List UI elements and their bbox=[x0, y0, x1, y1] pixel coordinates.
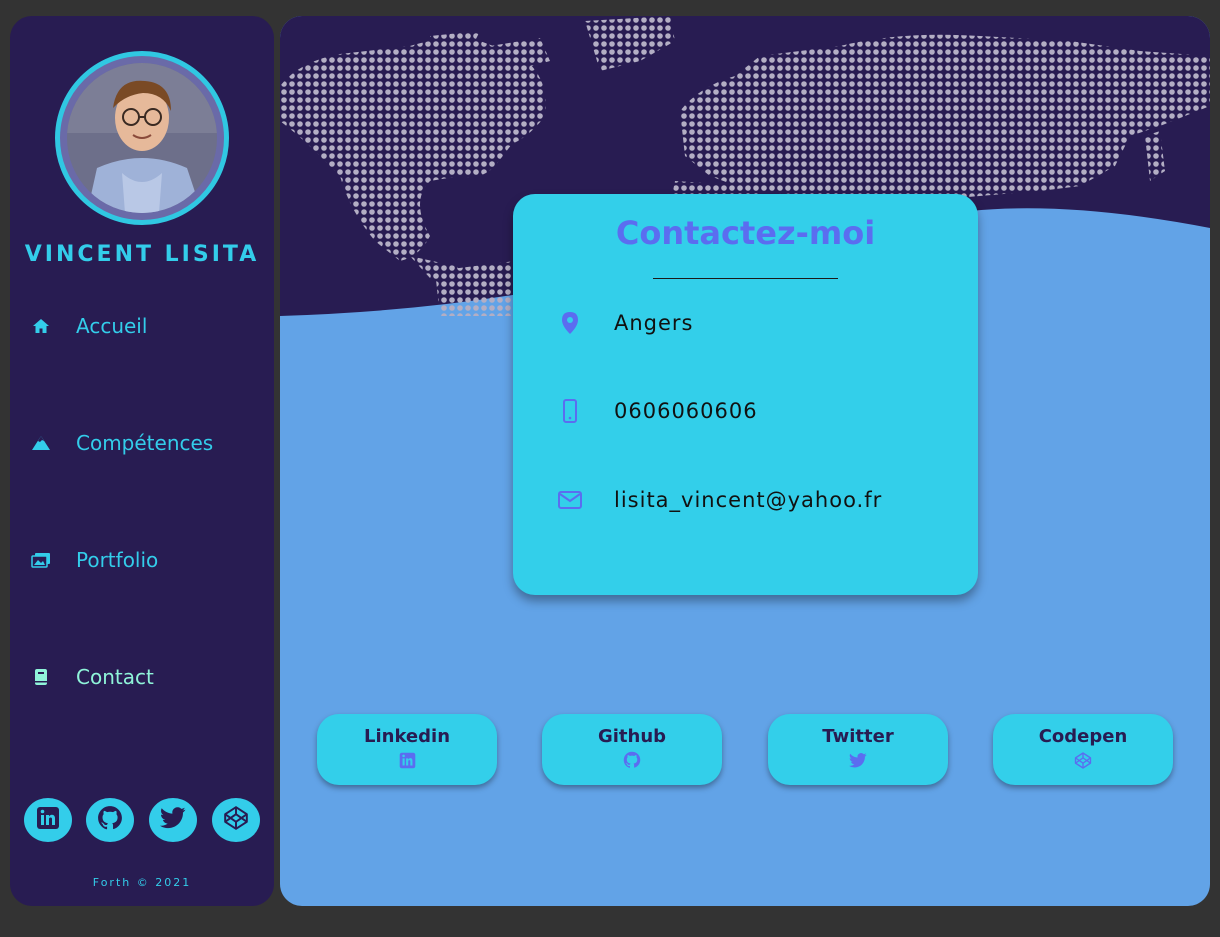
contact-email[interactable]: lisita_vincent@yahoo.fr bbox=[614, 488, 882, 512]
contact-location: Angers bbox=[614, 311, 694, 335]
contact-email-row: lisita_vincent@yahoo.fr bbox=[558, 485, 882, 515]
mobile-phone-icon bbox=[558, 399, 582, 423]
codepen-icon bbox=[223, 805, 249, 835]
mountain-icon bbox=[30, 432, 52, 454]
link-label: Linkedin bbox=[363, 726, 451, 747]
nav-label: Portfolio bbox=[76, 548, 159, 572]
github-button[interactable]: Github bbox=[542, 714, 722, 785]
contact-phone[interactable]: 0606060606 bbox=[614, 399, 758, 423]
sidebar-github-button[interactable] bbox=[86, 798, 134, 842]
sidebar: VINCENT LISITA Accueil Compétences Portf… bbox=[10, 16, 274, 906]
twitter-button[interactable]: Twitter bbox=[768, 714, 948, 785]
home-icon bbox=[30, 315, 52, 337]
github-icon bbox=[623, 751, 641, 769]
twitter-icon bbox=[160, 807, 186, 833]
images-icon bbox=[30, 549, 52, 571]
github-icon bbox=[97, 805, 123, 835]
map-marker-icon bbox=[558, 311, 582, 335]
book-icon bbox=[30, 666, 52, 688]
twitter-icon bbox=[849, 751, 867, 769]
title-divider bbox=[653, 278, 838, 279]
linkedin-button[interactable]: Linkedin bbox=[317, 714, 497, 785]
footer-copyright: Forth © 2021 bbox=[92, 876, 192, 889]
linkedin-icon bbox=[398, 751, 416, 769]
link-label: Github bbox=[597, 726, 667, 747]
contact-phone-row: 0606060606 bbox=[558, 396, 758, 426]
contact-location-row: Angers bbox=[558, 308, 694, 338]
nav-item-competences[interactable]: Compétences bbox=[30, 428, 213, 458]
linkedin-icon bbox=[36, 806, 60, 834]
nav-label: Accueil bbox=[76, 314, 148, 338]
profile-name: VINCENT LISITA bbox=[24, 242, 260, 267]
contact-title: Contactez-moi bbox=[615, 214, 876, 252]
codepen-button[interactable]: Codepen bbox=[993, 714, 1173, 785]
main-panel: Contactez-moi Angers 0606060606 lisita_v… bbox=[280, 16, 1210, 906]
nav-label: Contact bbox=[76, 665, 154, 689]
avatar bbox=[55, 51, 229, 225]
link-label: Twitter bbox=[822, 726, 894, 747]
sidebar-codepen-button[interactable] bbox=[212, 798, 260, 842]
nav-item-contact[interactable]: Contact bbox=[30, 662, 154, 692]
sidebar-twitter-button[interactable] bbox=[149, 798, 197, 842]
link-label: Codepen bbox=[1038, 726, 1128, 747]
envelope-icon bbox=[558, 488, 582, 512]
nav-item-accueil[interactable]: Accueil bbox=[30, 311, 147, 341]
nav-item-portfolio[interactable]: Portfolio bbox=[30, 545, 158, 575]
contact-card: Contactez-moi Angers 0606060606 lisita_v… bbox=[513, 194, 978, 595]
profile-photo bbox=[67, 63, 217, 213]
sidebar-linkedin-button[interactable] bbox=[24, 798, 72, 842]
codepen-icon bbox=[1074, 751, 1092, 769]
nav-label: Compétences bbox=[76, 431, 214, 455]
